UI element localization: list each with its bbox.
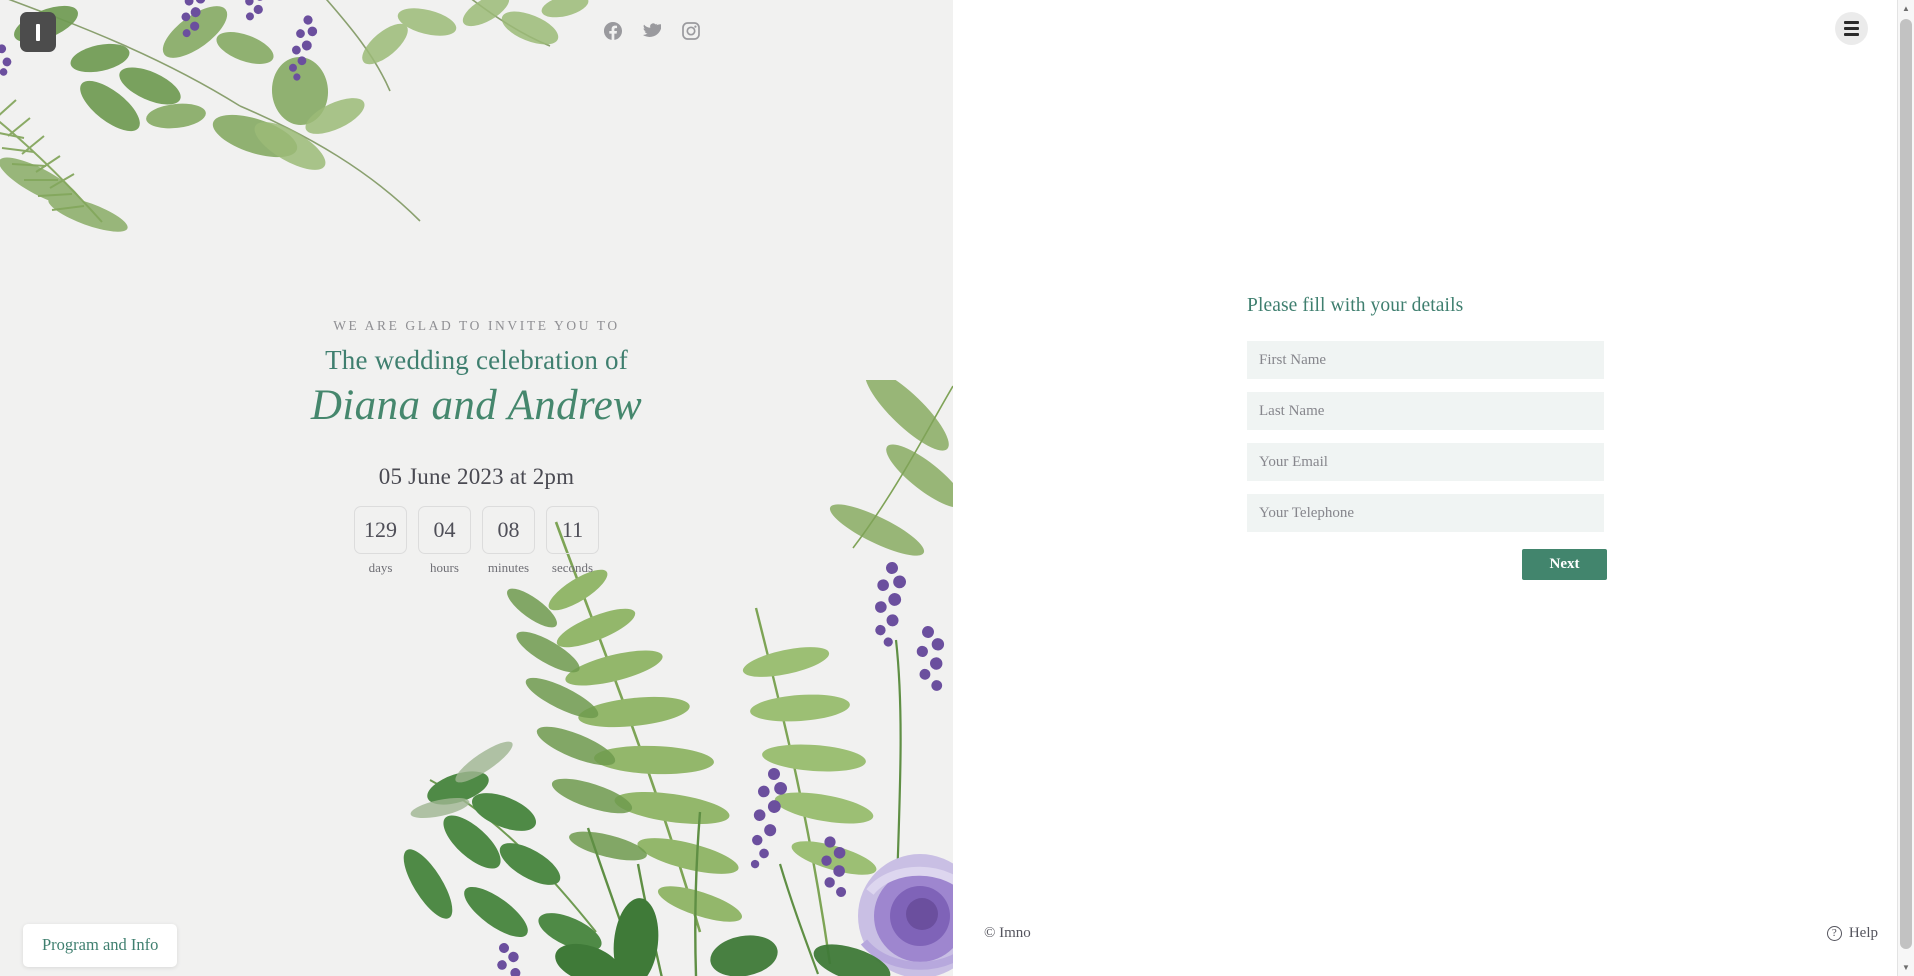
invitation-line1: The wedding celebration of (325, 345, 628, 375)
scrollbar-up-arrow-icon[interactable]: ▲ (1898, 0, 1914, 17)
countdown-unit-days: 129 days (354, 505, 407, 576)
hamburger-menu-icon-line-1 (1844, 21, 1859, 24)
next-button[interactable]: Next (1522, 549, 1607, 580)
countdown-hours-value: 04 (418, 505, 471, 554)
countdown-days-label: days (368, 559, 393, 575)
invitation-panel: WE ARE GLAD TO INVITE YOU TO The wedding… (0, 0, 953, 976)
form-actions: Next (1247, 549, 1607, 580)
copyright-text: © Imno (984, 925, 1031, 941)
countdown-unit-seconds: 11 seconds (546, 505, 599, 576)
twitter-icon[interactable] (643, 22, 661, 40)
telephone-input[interactable] (1247, 494, 1604, 532)
instagram-icon[interactable] (682, 22, 700, 40)
countdown-minutes-label: minutes (487, 559, 530, 575)
vertical-bar-logo-icon (36, 23, 40, 41)
last-name-input[interactable] (1247, 392, 1604, 430)
email-input[interactable] (1247, 443, 1604, 481)
details-form: Please fill with your details Next (1247, 295, 1607, 580)
countdown-days-value: 129 (354, 505, 407, 554)
help-button[interactable]: ? Help (1826, 925, 1878, 942)
first-name-input[interactable] (1247, 341, 1604, 379)
scrollbar-thumb[interactable] (1900, 19, 1912, 949)
scrollbar-down-arrow-icon[interactable]: ▼ (1898, 959, 1914, 976)
rose-bloom (858, 854, 953, 976)
hamburger-menu-icon-line-3 (1844, 33, 1859, 36)
page-scrollbar[interactable]: ▲ ▼ (1897, 0, 1914, 976)
floral-decoration-top (0, 0, 589, 232)
program-and-info-tab[interactable]: Program and Info (23, 924, 178, 967)
hamburger-menu-button[interactable] (1835, 12, 1868, 45)
countdown-timer: 129 days 04 hours 08 minutes 11 seconds (0, 505, 953, 576)
countdown-minutes-value: 08 (482, 505, 535, 554)
social-links (604, 22, 700, 40)
form-title: Please fill with your details (1247, 295, 1464, 316)
event-datetime: 05 June 2023 at 2pm (378, 463, 575, 489)
facebook-icon[interactable] (604, 22, 622, 40)
brand-logo-badge[interactable] (20, 12, 56, 52)
hamburger-menu-icon-line-2 (1844, 27, 1859, 30)
invitation-content: WE ARE GLAD TO INVITE YOU TO The wedding… (0, 318, 953, 576)
countdown-unit-hours: 04 hours (418, 505, 471, 576)
invitation-kicker: WE ARE GLAD TO INVITE YOU TO (333, 318, 620, 333)
floral-decoration-bottom (403, 521, 953, 976)
countdown-hours-label: hours (430, 559, 459, 575)
countdown-seconds-value: 11 (546, 505, 599, 554)
couple-names: Diana and Andrew (310, 382, 643, 429)
rsvp-form-panel: Please fill with your details Next © Imn… (953, 0, 1914, 976)
help-label: Help (1848, 925, 1878, 941)
question-circle-icon: ? (1826, 926, 1842, 941)
countdown-unit-minutes: 08 minutes (482, 505, 535, 576)
countdown-seconds-label: seconds (551, 559, 594, 575)
page-root: WE ARE GLAD TO INVITE YOU TO The wedding… (0, 0, 1914, 976)
